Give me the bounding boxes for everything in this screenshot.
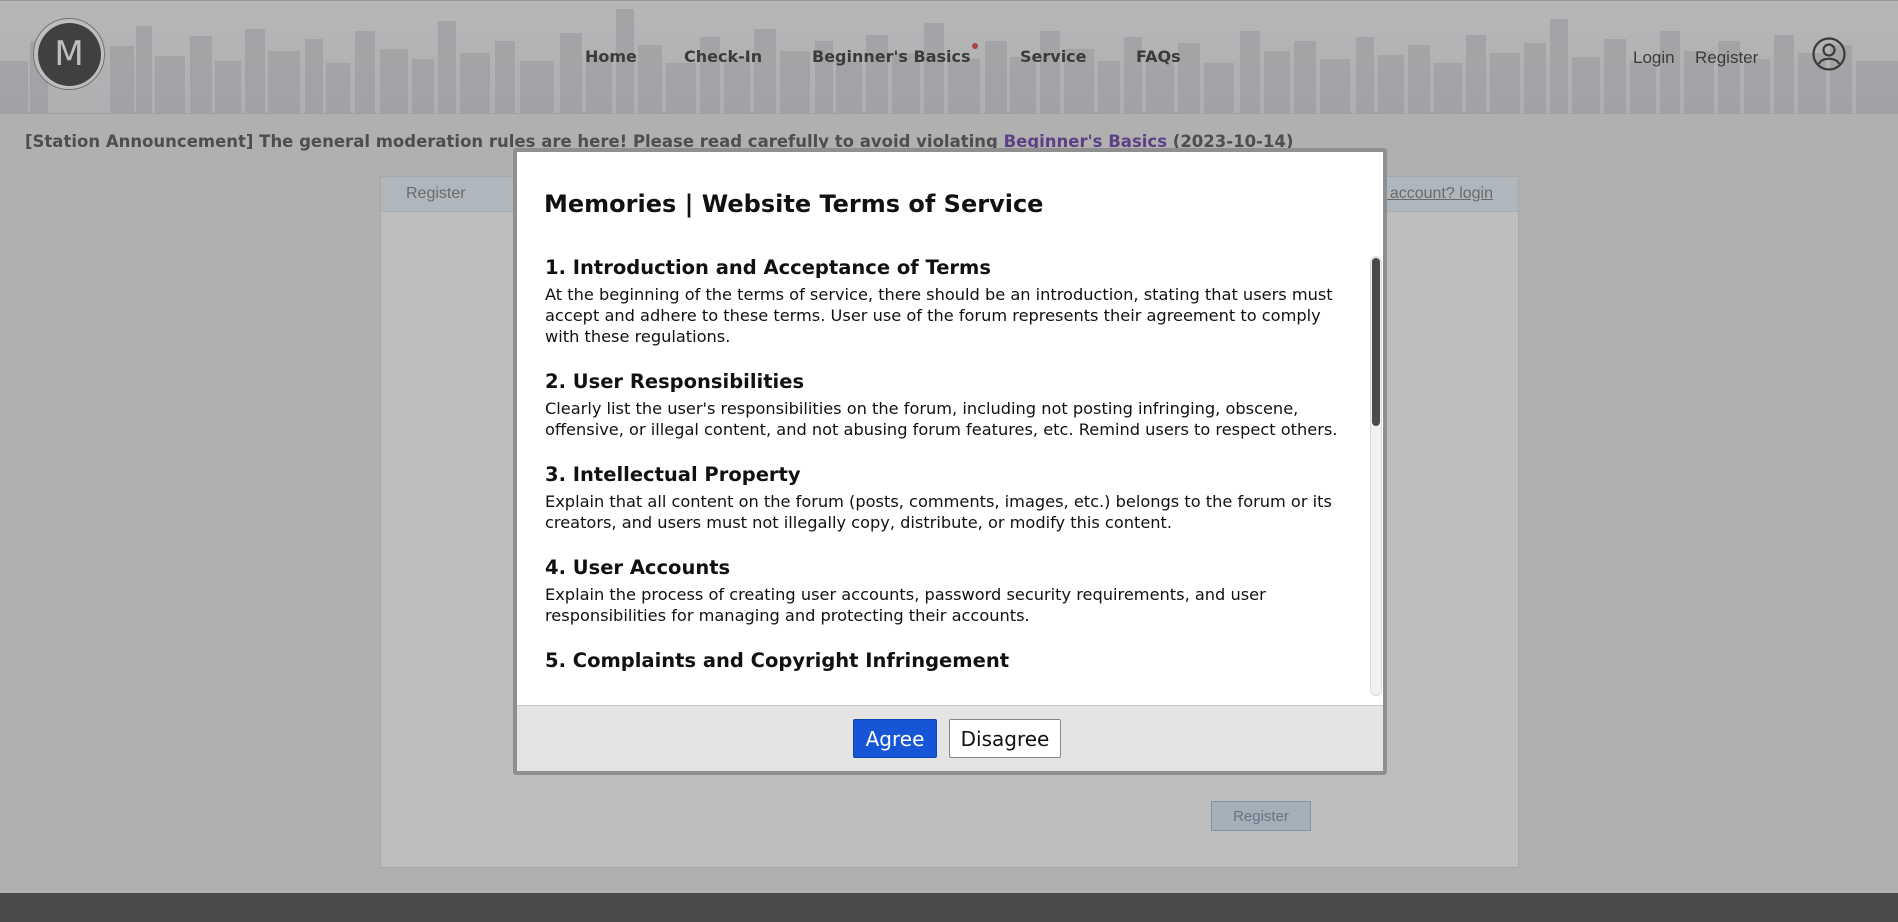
section-heading: 5. Complaints and Copyright Infringement bbox=[545, 649, 1010, 672]
disagree-button[interactable]: Disagree bbox=[949, 719, 1061, 758]
agree-button[interactable]: Agree bbox=[853, 719, 937, 758]
terms-section: 2. User Responsibilities Clearly list th… bbox=[545, 370, 1355, 440]
terms-section: 3. Intellectual Property Explain that al… bbox=[545, 463, 1355, 533]
modal-footer: Agree Disagree bbox=[517, 705, 1383, 771]
section-heading: 3. Intellectual Property bbox=[545, 463, 801, 486]
section-body: Explain that all content on the forum (p… bbox=[545, 492, 1332, 532]
terms-scrollbar[interactable] bbox=[1370, 256, 1382, 696]
terms-section: 5. Complaints and Copyright Infringement bbox=[545, 649, 1355, 672]
section-heading: 1. Introduction and Acceptance of Terms bbox=[545, 256, 991, 279]
section-body: Clearly list the user's responsibilities… bbox=[545, 399, 1338, 439]
terms-of-service-modal: Memories | Website Terms of Service 1. I… bbox=[513, 148, 1387, 775]
section-heading: 4. User Accounts bbox=[545, 556, 731, 579]
terms-section: 4. User Accounts Explain the process of … bbox=[545, 556, 1355, 626]
scrollbar-thumb[interactable] bbox=[1372, 258, 1380, 426]
section-body: At the beginning of the terms of service… bbox=[545, 285, 1333, 346]
modal-title: Memories | Website Terms of Service bbox=[544, 190, 1044, 218]
section-heading: 2. User Responsibilities bbox=[545, 370, 805, 393]
terms-content[interactable]: 1. Introduction and Acceptance of Terms … bbox=[545, 256, 1355, 700]
section-body: Explain the process of creating user acc… bbox=[545, 585, 1266, 625]
terms-section: 1. Introduction and Acceptance of Terms … bbox=[545, 256, 1355, 347]
